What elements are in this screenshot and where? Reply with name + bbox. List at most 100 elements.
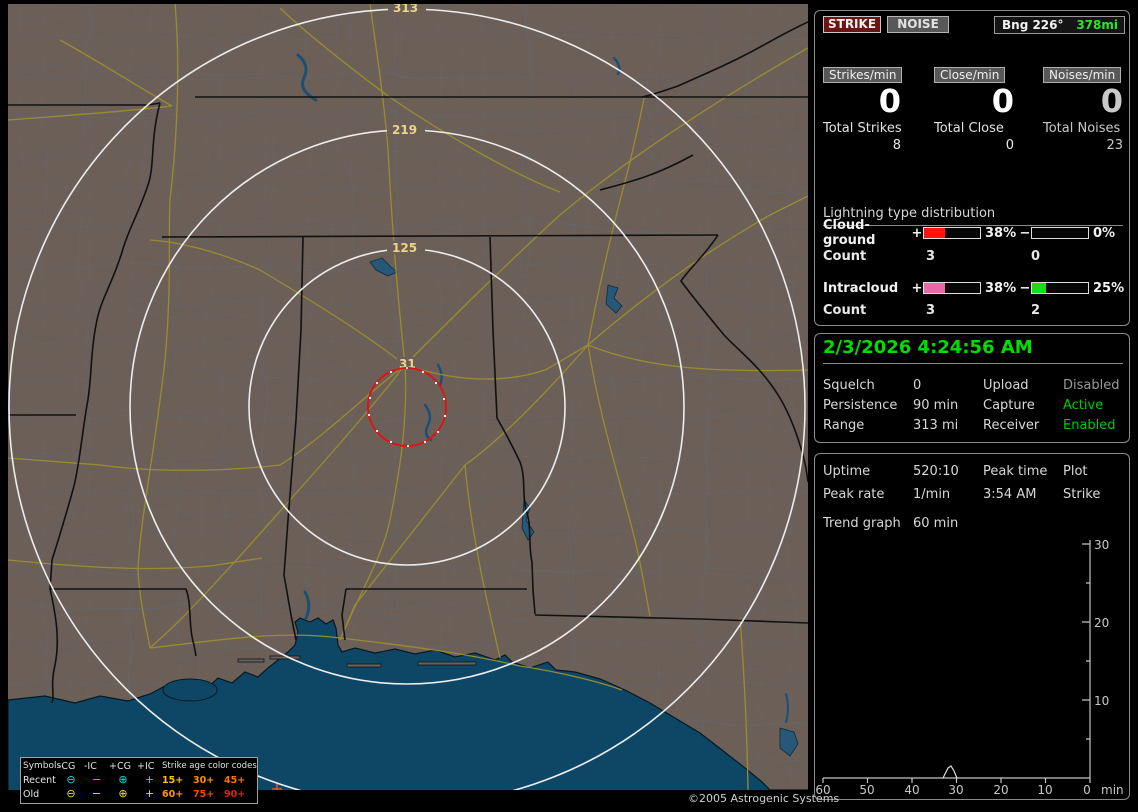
- persistence-value: 90 min: [913, 398, 959, 413]
- legend-row-old-label: Old: [23, 788, 40, 800]
- legend-neg-ic-header: -IC: [84, 760, 97, 772]
- range-row: Range 313 mi Receiver Enabled: [815, 418, 1121, 434]
- status-panel: 2/3/2026 4:24:56 AM Squelch 0 Upload Dis…: [814, 333, 1130, 443]
- strike-mode-button[interactable]: STRIKE: [823, 16, 881, 33]
- intracloud-label: Intracloud: [823, 280, 899, 296]
- close-per-min-column: Close/min 0 Total Close 0: [934, 64, 1014, 153]
- age-30: 30+: [193, 774, 215, 786]
- y-tick-10: 10: [1094, 694, 1109, 708]
- copyright-text: ©2005 Astrogenic Systems: [688, 792, 840, 805]
- map-canvas[interactable]: 313 219 125 31: [0, 0, 816, 806]
- ic-plus-pct: 38%: [985, 280, 1017, 296]
- old-neg-cg-icon: ⊖: [66, 787, 76, 800]
- recent-pos-ic-icon: +: [144, 773, 155, 786]
- trend-panel: Uptime 520:10 Peak time Plot Peak rate 1…: [814, 453, 1130, 800]
- intracloud-row: Intracloud + 38% − 25%: [823, 280, 1127, 296]
- age-90: 90+: [224, 788, 246, 800]
- total-close-value: 0: [1005, 138, 1014, 153]
- range-label: Range: [823, 418, 865, 433]
- strikes-per-min-button[interactable]: Strikes/min: [823, 67, 903, 83]
- close-per-min-button[interactable]: Close/min: [934, 67, 1006, 83]
- minus-sign: −: [1019, 225, 1031, 241]
- capture-label: Capture: [983, 398, 1035, 413]
- capture-status: Active: [1063, 398, 1104, 413]
- total-noises-label: Total Noises: [1043, 121, 1121, 136]
- range-ring-label: 125: [392, 241, 417, 255]
- ic-minus-count: 2: [1031, 303, 1041, 318]
- receiver-status: Enabled: [1063, 418, 1116, 433]
- legend-row-recent-label: Recent: [23, 774, 56, 786]
- recent-neg-ic-icon: −: [91, 773, 102, 786]
- noise-mode-button[interactable]: NOISE: [887, 16, 949, 33]
- strike-stats-panel: STRIKE NOISE Bng 226° 378mi Strikes/min …: [814, 10, 1130, 326]
- bearing-distance: 378mi: [1076, 18, 1118, 32]
- minus-sign: −: [1019, 280, 1031, 296]
- total-close-label: Total Close: [934, 121, 1004, 136]
- range-ring-label: 313: [393, 4, 418, 15]
- cg-minus-pct: 0%: [1093, 225, 1116, 241]
- trend-peak: [942, 765, 958, 779]
- lake-pontchartrain: [162, 678, 218, 702]
- x-tick-10: 10: [1037, 783, 1052, 797]
- x-tick-50: 50: [859, 783, 874, 797]
- x-tick-0: 0: [1083, 783, 1091, 797]
- cloud-ground-row: Cloud-ground + 38% − 0%: [823, 218, 1127, 248]
- total-strikes-label: Total Strikes: [823, 121, 902, 136]
- upload-status: Disabled: [1063, 378, 1120, 393]
- age-60: 60+: [162, 788, 184, 800]
- count-label: Count: [823, 249, 867, 264]
- bearing-readout: Bng 226° 378mi: [994, 16, 1125, 34]
- noises-per-min-column: Noises/min 0 Total Noises 23: [1043, 64, 1123, 153]
- age-15: 15+: [162, 774, 184, 786]
- y-tick-30: 30: [1094, 538, 1109, 552]
- x-tick-20: 20: [993, 783, 1008, 797]
- range-value: 313 mi: [913, 418, 959, 433]
- cg-minus-bar: [1031, 227, 1089, 239]
- ic-minus-bar: [1031, 282, 1089, 294]
- strikes-per-min-value: 0: [878, 82, 901, 120]
- old-pos-ic-icon: +: [144, 787, 155, 800]
- persistence-row: Persistence 90 min Capture Active: [815, 398, 1121, 414]
- datetime-display: 2/3/2026 4:24:56 AM: [823, 337, 1123, 364]
- nexstorm-window: { "window": {"copyright": "©2005 Astroge…: [0, 0, 1138, 812]
- cg-plus-pct: 38%: [985, 225, 1017, 241]
- y-tick-20: 20: [1094, 616, 1109, 630]
- squelch-label: Squelch: [823, 378, 875, 393]
- ic-plus-count: 3: [926, 303, 936, 318]
- strikes-per-min-column: Strikes/min 0 Total Strikes 8: [823, 64, 903, 153]
- bearing-value: Bng 226°: [1002, 18, 1064, 32]
- recent-pos-cg-icon: ⊕: [118, 773, 128, 786]
- legend-pos-cg-header: +CG: [109, 760, 131, 772]
- noises-per-min-button[interactable]: Noises/min: [1043, 67, 1122, 83]
- upload-label: Upload: [983, 378, 1029, 393]
- cg-minus-count: 0: [1031, 249, 1041, 264]
- cg-plus-bar: [923, 227, 981, 239]
- old-neg-ic-icon: −: [91, 787, 102, 800]
- legend-pos-ic-header: +IC: [137, 760, 155, 772]
- squelch-value: 0: [913, 378, 922, 393]
- total-strikes-value: 8: [892, 138, 901, 153]
- range-ring-label: 219: [392, 123, 417, 137]
- plus-sign: +: [911, 225, 923, 241]
- total-noises-value: 23: [1106, 138, 1123, 153]
- x-axis-unit: min: [1101, 783, 1124, 797]
- ic-plus-bar: [923, 282, 981, 294]
- age-45: 45+: [224, 774, 246, 786]
- map-svg: 313 219 125 31: [0, 0, 816, 806]
- recent-neg-cg-icon: ⊖: [66, 773, 76, 786]
- legend-age-title: Strike age color codes: [162, 761, 257, 771]
- ic-minus-pct: 25%: [1093, 280, 1125, 296]
- plus-sign: +: [911, 280, 923, 296]
- persistence-label: Persistence: [823, 398, 898, 413]
- legend-symbols-header: Symbols: [23, 761, 62, 771]
- close-per-min-value: 0: [991, 82, 1014, 120]
- cg-plus-count: 3: [926, 249, 936, 264]
- legend-neg-cg-header: -CG: [58, 760, 76, 772]
- old-pos-cg-icon: ⊕: [118, 787, 128, 800]
- count-label: Count: [823, 303, 867, 318]
- noises-per-min-value: 0: [1100, 82, 1123, 120]
- symbol-legend: Symbols -CG -IC +CG +IC Strike age color…: [20, 757, 258, 804]
- age-75: 75+: [193, 788, 215, 800]
- receiver-label: Receiver: [983, 418, 1040, 433]
- trend-graph: 60 50 40 30 20 10 0 min 30 20 10: [815, 538, 1124, 797]
